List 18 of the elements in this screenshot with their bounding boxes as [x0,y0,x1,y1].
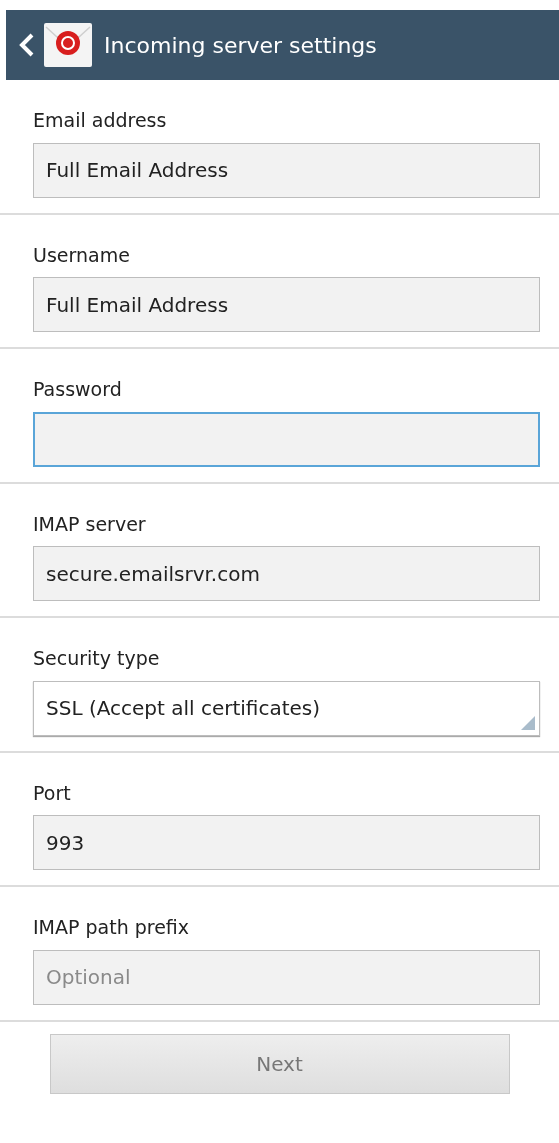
field-label: IMAP server [33,511,147,537]
input-field[interactable]: 993 [33,815,540,870]
back-icon[interactable] [18,32,36,58]
security-type-dropdown[interactable]: SSL (Accept all certificates) [33,680,540,736]
field-label: Password [33,377,123,402]
screen-title: Incoming server settings [104,31,377,60]
mail-app-icon [44,23,92,67]
input-field[interactable]: Optional [33,949,540,1005]
input-field[interactable]: Full Email Address [33,142,540,198]
dropdown-corner-icon [521,715,535,730]
field-label: Email address [33,108,168,133]
input-field[interactable]: secure.emailsrvr.com [33,546,540,601]
field-label: IMAP path prefix [33,915,191,940]
field-label: Username [33,242,131,268]
input-field[interactable] [33,411,540,467]
field-label: Port [33,780,72,806]
field-label: Security type [33,646,161,671]
input-field[interactable]: Full Email Address [33,277,540,332]
